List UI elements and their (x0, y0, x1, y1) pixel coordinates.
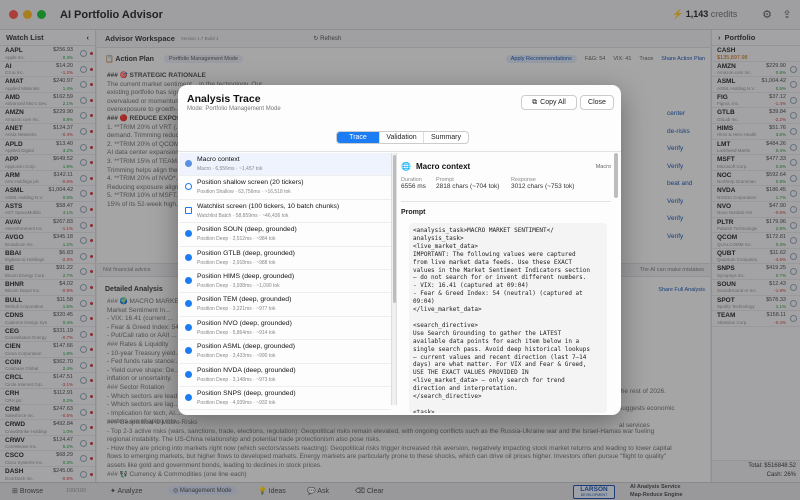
step-meta: Watchlist Batch · 58,859ms · ~46,436 tok (197, 212, 289, 219)
response-stat: Response 3012 chars (~753 tok) (511, 177, 574, 190)
step-title: Watchlist screen (100 tickers, 10 batch … (197, 202, 340, 210)
trace-step-row[interactable]: Position SOUN (deep, grounded) Position D… (179, 223, 391, 247)
step-title: Position NVO (deep, grounded) (197, 319, 292, 327)
prompt-stat: Prompt 2818 chars (~704 tok) (436, 177, 499, 190)
globe-icon: 🌐 (401, 162, 411, 171)
trace-step-row[interactable]: Position GTLB (deep, grounded) Position D… (179, 247, 391, 270)
detail-divider (401, 201, 611, 202)
step-meta: Position Deep · 2,918ms · ~988 tok (197, 259, 276, 266)
status-dot-icon (185, 276, 192, 284)
trace-step-row[interactable]: Position NVO (deep, grounded) Position De… (179, 317, 391, 341)
globe-icon (185, 160, 192, 167)
list-icon (185, 206, 192, 214)
trace-step-row[interactable]: Position NVDA (deep, grounded) Position D… (179, 364, 391, 387)
step-title: Position ASML (deep, grounded) (197, 343, 295, 351)
trace-step-row[interactable]: Position SNPS (deep, grounded) Position D… (179, 387, 391, 411)
ring-icon (185, 183, 192, 191)
status-dot-icon (185, 347, 192, 355)
step-title: Position HIMS (deep, grounded) (197, 272, 295, 280)
detail-header: 🌐 Macro context Macro (401, 162, 611, 171)
dialog-subtitle: Mode: Portfolio Management Mode (187, 106, 281, 112)
trace-step-row[interactable]: Position HIMS (deep, grounded) Position D… (179, 270, 391, 294)
step-title: Position SOUN (deep, grounded) (197, 226, 297, 234)
close-button[interactable]: Close (580, 95, 614, 110)
tab-validation[interactable]: Validation (380, 132, 424, 143)
step-title: Position TEM (deep, grounded) (197, 296, 292, 304)
step-title: Macro context (197, 156, 240, 163)
status-dot-icon (185, 300, 192, 308)
prompt-size-value: 2818 chars (~704 tok) (436, 183, 500, 190)
step-meta: Position Shallow · 63,756ms · ~16,518 to… (197, 189, 291, 196)
step-meta: Position Deep · 3,221ms · ~977 tok (197, 306, 276, 313)
status-dot-icon (185, 323, 192, 331)
step-list-scroll-thumb[interactable] (393, 155, 396, 303)
tab-segmented-control: Trace Validation Summary (336, 131, 469, 144)
detail-title: Macro context (415, 162, 471, 171)
prompt-section-label: Prompt (401, 209, 426, 216)
detail-tag: Macro (595, 163, 611, 170)
step-meta: Position Deep · 5,864ms · ~914 tok (197, 329, 276, 336)
trace-step-row[interactable]: Position shallow screen (20 tickers) Posi… (179, 176, 391, 200)
step-meta: Position Deep · 4,939ms · ~932 tok (197, 399, 276, 406)
step-title: Position shallow screen (20 tickers) (197, 179, 304, 187)
step-title: Position GTLB (deep, grounded) (197, 249, 295, 257)
step-meta: Macro · 6,556ms · ~1,457 tok (197, 166, 263, 172)
copy-all-label: Copy All (540, 99, 566, 106)
dialog-title: Analysis Trace (187, 93, 261, 105)
analysis-trace-dialog: Analysis Trace Mode: Portfolio Managemen… (178, 85, 621, 415)
status-dot-icon (185, 253, 192, 261)
step-title: Position SNPS (deep, grounded) (197, 389, 296, 397)
prompt-text-block: <analysis_task>MACRO MARKET SENTIMENT</ … (409, 223, 607, 413)
status-dot-icon (185, 370, 192, 378)
tab-summary[interactable]: Summary (424, 132, 468, 143)
copy-all-button[interactable]: ⧉ Copy All (521, 95, 577, 110)
status-dot-icon (185, 393, 192, 401)
duration-value: 6556 ms (401, 183, 426, 190)
trace-step-row[interactable]: Macro context Macro · 6,556ms · ~1,457 to… (179, 153, 391, 177)
step-title: Position NVDA (deep, grounded) (197, 366, 296, 374)
trace-step-row[interactable]: Position TEM (deep, grounded) Position De… (179, 293, 391, 317)
copy-icon: ⧉ (532, 99, 538, 106)
trace-step-row[interactable]: Position ASML (deep, grounded) Position D… (179, 340, 391, 364)
status-dot-icon (185, 230, 192, 238)
detail-scroll-thumb[interactable] (614, 153, 618, 198)
step-meta: Position Deep · 3,433ms · ~990 tok (197, 353, 276, 360)
duration-stat: Duration 6556 ms (401, 177, 426, 190)
step-meta: Position Deep · 3,148ms · ~973 tok (197, 376, 276, 383)
split-divider[interactable] (391, 153, 397, 405)
step-meta: Position Deep · 3,938ms · ~1,090 tok (197, 282, 280, 289)
step-meta: Position Deep · 2,512ms · ~984 tok (197, 236, 276, 243)
divider (178, 151, 621, 152)
tab-trace[interactable]: Trace (337, 132, 380, 143)
trace-step-list: Macro context Macro · 6,556ms · ~1,457 to… (179, 153, 391, 411)
trace-step-row[interactable]: Watchlist screen (100 tickers, 10 batch … (179, 200, 391, 224)
response-size-value: 3012 chars (~753 tok) (511, 183, 575, 190)
